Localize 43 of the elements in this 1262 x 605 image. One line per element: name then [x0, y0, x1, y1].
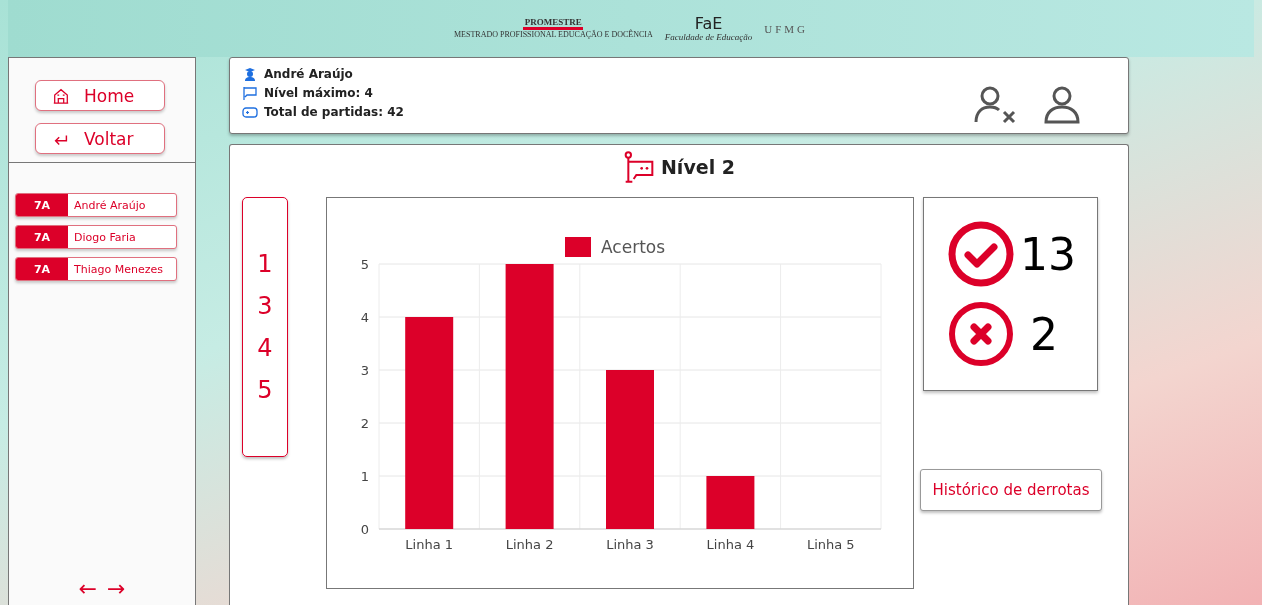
gamepad-icon [242, 104, 258, 120]
student-item[interactable]: 7A André Araújo [15, 193, 177, 217]
fae-logo-subtitle: Faculdade de Educação [664, 32, 753, 42]
house-icon [52, 86, 70, 105]
student-name: André Araújo [264, 67, 353, 81]
previous-button[interactable]: ← [76, 576, 99, 601]
check-circle-icon [946, 219, 1016, 289]
level-title: Nível 2 [660, 156, 735, 178]
student-item[interactable]: 7A Thiago Menezes [15, 257, 177, 281]
y-tick-label: 2 [360, 416, 369, 431]
back-button[interactable]: Voltar [35, 123, 165, 154]
legend-label: Acertos [601, 237, 666, 257]
student-item[interactable]: 7A Diogo Faria [15, 225, 177, 249]
ufmg-logo: UFMG [764, 22, 809, 35]
student-icon [242, 66, 258, 82]
y-tick-label: 3 [360, 363, 369, 378]
logo-title: PROMESTRE [524, 17, 582, 27]
y-tick-label: 5 [360, 257, 369, 272]
x-circle-icon [946, 299, 1016, 369]
next-button[interactable]: → [105, 576, 128, 601]
logo-subtitle: MESTRADO PROFISSIONAL EDUCAÇÃO E DOCÊNCIA [453, 30, 653, 40]
remove-user-icon[interactable] [974, 84, 1018, 124]
total-games: Total de partidas: 42 [264, 105, 404, 119]
level-option[interactable]: 1 [253, 246, 277, 282]
y-tick-label: 1 [360, 469, 369, 484]
correct-count: 13 [1020, 228, 1076, 280]
y-tick-label: 0 [360, 522, 369, 537]
fae-logo-title: FaE [694, 15, 723, 32]
x-tick-label: Linha 3 [606, 537, 654, 552]
level-option[interactable]: 3 [253, 288, 277, 324]
legend-swatch [565, 237, 591, 257]
x-tick-label: Linha 1 [405, 537, 454, 552]
home-button[interactable]: Home [35, 80, 165, 111]
wrong-count: 2 [1030, 308, 1058, 360]
defeat-history-button[interactable]: Histórico de derrotas [920, 469, 1102, 511]
x-tick-label: Linha 5 [806, 537, 855, 552]
level-option[interactable]: 4 [253, 330, 277, 366]
level-option[interactable]: 5 [253, 372, 277, 408]
x-tick-label: Linha 2 [505, 537, 554, 552]
max-level: Nível máximo: 4 [264, 86, 373, 100]
x-tick-label: Linha 4 [706, 537, 755, 552]
y-tick-label: 4 [360, 310, 369, 325]
bar [706, 476, 755, 529]
